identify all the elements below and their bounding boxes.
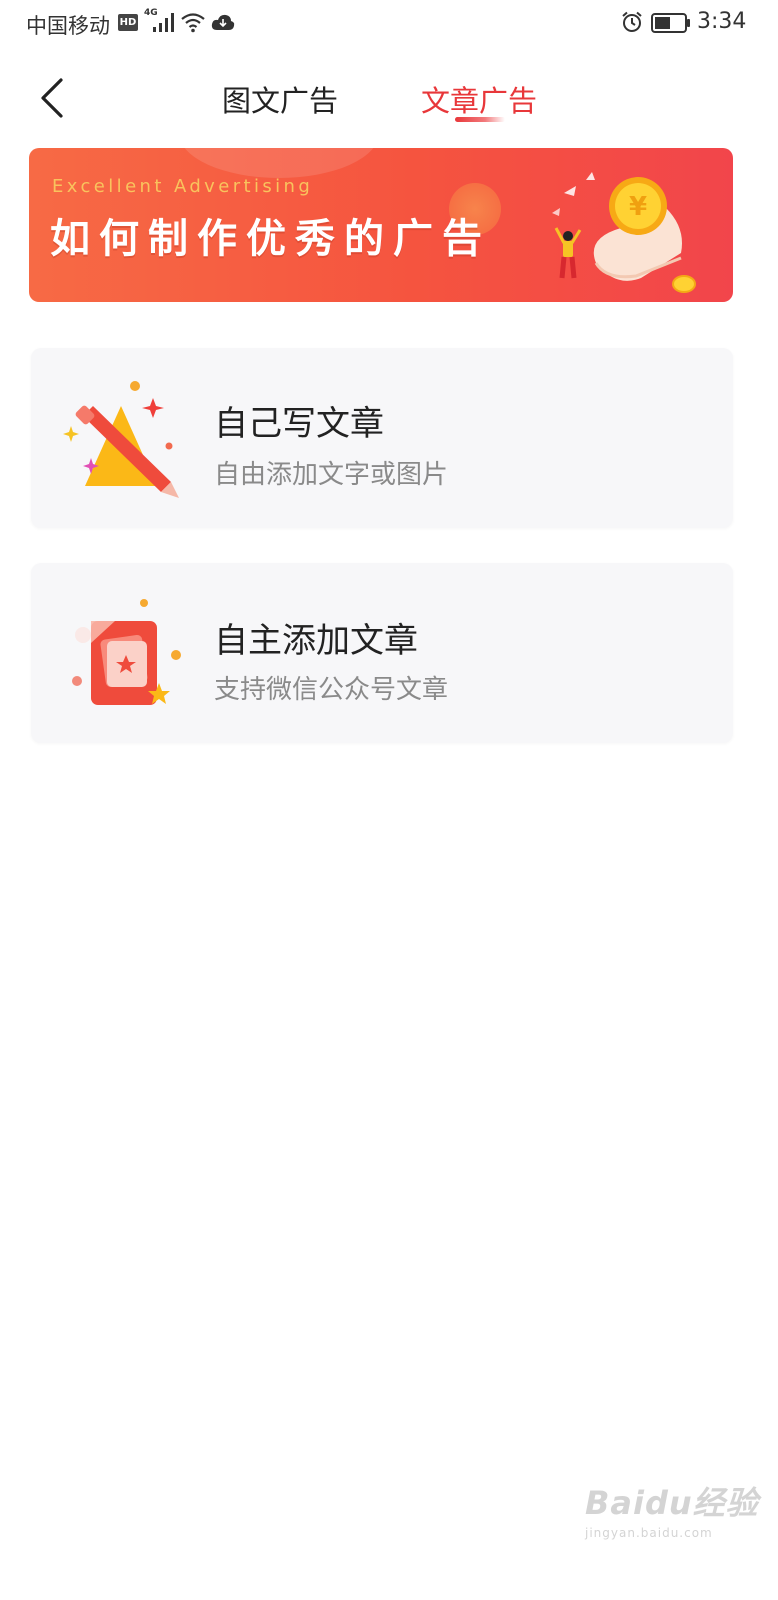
option-add-article[interactable]: 自主添加文章 支持微信公众号文章 [31, 563, 733, 743]
banner-subtitle: Excellent Advertising [52, 176, 314, 197]
alarm-icon [622, 11, 642, 32]
option-title: 自己写文章 [214, 404, 384, 444]
clock: 3:34 [697, 9, 747, 34]
watermark-brand: Baidu经验 [585, 1484, 759, 1522]
tab-article-ad[interactable]: 文章广告 [421, 78, 537, 120]
tab-image-text-ad[interactable]: 图文广告 [222, 78, 338, 120]
banner-decoration [179, 148, 379, 178]
option-description: 支持微信公众号文章 [214, 675, 449, 705]
option-description: 自由添加文字或图片 [214, 460, 449, 490]
watermark-url: jingyan.baidu.com [585, 1526, 713, 1540]
active-tab-indicator [455, 117, 505, 122]
screen: 中国移动 HD 4G 3:34 图文广告 文章广告 Excellent Adve… [0, 0, 778, 1600]
option-title: 自主添加文章 [214, 621, 418, 661]
coin-scroll-illustration: ¥ [552, 172, 696, 293]
banner-title: 如何制作优秀的广告 [50, 216, 491, 262]
back-button[interactable] [28, 74, 76, 122]
cloud-icon [211, 14, 235, 30]
battery-icon [651, 13, 690, 33]
signal-icon [153, 13, 174, 32]
hd-badge: HD [118, 14, 138, 31]
wifi-icon [181, 13, 205, 33]
article-card-icon [72, 599, 181, 705]
chevron-left-icon [41, 78, 63, 118]
svg-text:¥: ¥ [629, 192, 647, 222]
option-write-article[interactable]: 自己写文章 自由添加文字或图片 [31, 348, 733, 528]
baidu-jingyan-watermark: Baidu经验 jingyan.baidu.com [585, 1478, 759, 1540]
pencil-triangle-icon [63, 381, 179, 498]
carrier-name: 中国移动 [26, 14, 110, 38]
status-bar: 中国移动 HD 4G 3:34 [0, 0, 778, 48]
